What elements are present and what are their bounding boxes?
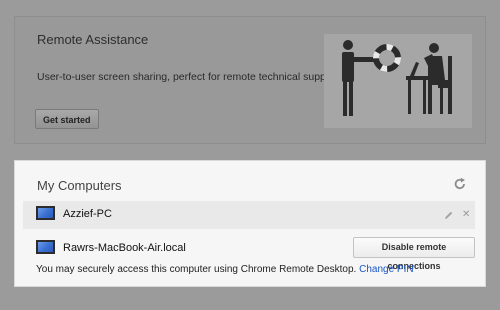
computer-name[interactable]: Azzief-PC	[63, 208, 112, 220]
get-started-button[interactable]: Get started	[35, 109, 99, 129]
monitor-icon	[36, 240, 55, 254]
computer-row: Rawrs-MacBook-Air.local Disable remote c…	[23, 235, 475, 271]
computer-row[interactable]: Azzief-PC ✕	[23, 201, 475, 229]
my-computers-panel: My Computers Azzief-PC ✕ Rawrs-MacBook-A…	[14, 160, 486, 287]
my-computers-title: My Computers	[37, 178, 122, 193]
access-note: You may securely access this computer us…	[36, 264, 414, 275]
monitor-icon	[36, 206, 55, 220]
access-note-text: You may securely access this computer us…	[36, 264, 357, 275]
remote-assistance-description: User-to-user screen sharing, perfect for…	[37, 71, 342, 83]
remote-assistance-panel: Remote Assistance User-to-user screen sh…	[14, 16, 486, 144]
close-icon[interactable]: ✕	[462, 209, 470, 220]
help-illustration-icon	[342, 40, 452, 116]
refresh-icon[interactable]	[453, 177, 467, 191]
help-illustration	[324, 34, 472, 128]
computer-name: Rawrs-MacBook-Air.local	[63, 242, 186, 254]
pencil-icon[interactable]	[443, 210, 454, 221]
change-pin-link[interactable]: Change PIN	[359, 264, 413, 275]
remote-assistance-title: Remote Assistance	[37, 32, 149, 47]
disable-remote-connections-button[interactable]: Disable remote connections	[353, 237, 475, 271]
